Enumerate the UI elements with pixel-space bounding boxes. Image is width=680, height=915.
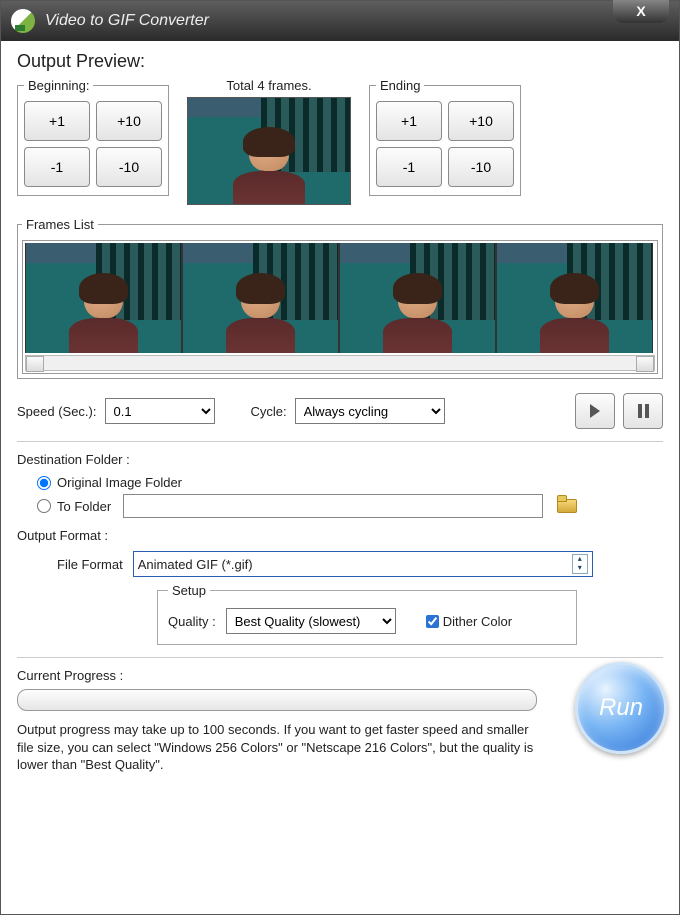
- speed-select[interactable]: 0.1: [105, 398, 215, 424]
- ending-legend: Ending: [376, 78, 424, 93]
- ending-minus1-button[interactable]: -1: [376, 147, 442, 187]
- playback-controls-row: Speed (Sec.): 0.1 Cycle: Always cycling: [17, 393, 663, 429]
- close-button[interactable]: X: [613, 0, 669, 23]
- setup-group: Setup Quality : Best Quality (slowest) D…: [157, 583, 577, 645]
- beginning-plus10-button[interactable]: +10: [96, 101, 162, 141]
- cycle-select[interactable]: Always cycling: [295, 398, 445, 424]
- dest-tofolder-label: To Folder: [57, 499, 111, 514]
- total-frames-label: Total 4 frames.: [187, 78, 351, 93]
- app-icon: [11, 9, 35, 33]
- dest-folder-input[interactable]: [123, 494, 543, 518]
- beginning-plus1-button[interactable]: +1: [24, 101, 90, 141]
- pause-icon: [638, 404, 649, 418]
- output-preview-heading: Output Preview:: [17, 51, 663, 72]
- ending-plus1-button[interactable]: +1: [376, 101, 442, 141]
- dest-tofolder-radio[interactable]: [37, 499, 51, 513]
- separator: [17, 657, 663, 658]
- beginning-group: Beginning: +1 +10 -1 -10: [17, 78, 169, 196]
- preview-center: Total 4 frames.: [187, 78, 351, 205]
- frame-thumbnail[interactable]: [182, 243, 339, 353]
- cycle-label: Cycle:: [251, 404, 287, 419]
- ending-minus10-button[interactable]: -10: [448, 147, 514, 187]
- beginning-legend: Beginning:: [24, 78, 93, 93]
- setup-legend: Setup: [168, 583, 210, 598]
- file-format-select[interactable]: Animated GIF (*.gif) ▴▾: [133, 551, 593, 577]
- frames-container: [22, 240, 658, 374]
- progress-label: Current Progress :: [17, 668, 663, 683]
- app-title: Video to GIF Converter: [45, 12, 209, 30]
- progress-hint: Output progress may take up to 100 secon…: [17, 721, 547, 774]
- run-button[interactable]: Run: [575, 662, 667, 754]
- file-format-row: File Format Animated GIF (*.gif) ▴▾: [57, 551, 663, 577]
- ending-plus10-button[interactable]: +10: [448, 101, 514, 141]
- speed-label: Speed (Sec.):: [17, 404, 97, 419]
- dest-original-radio[interactable]: [37, 476, 51, 490]
- frames-row[interactable]: [25, 243, 655, 353]
- progress-bar: [17, 689, 537, 711]
- play-icon: [590, 404, 600, 418]
- beginning-minus1-button[interactable]: -1: [24, 147, 90, 187]
- bottom-row: Current Progress : Output progress may t…: [17, 668, 663, 774]
- file-format-value: Animated GIF (*.gif): [138, 557, 253, 572]
- browse-folder-icon[interactable]: [557, 499, 577, 513]
- title-bar: Video to GIF Converter X: [1, 1, 679, 41]
- destination-heading: Destination Folder :: [17, 452, 663, 467]
- dither-color-checkbox[interactable]: [426, 615, 439, 628]
- frames-list-group: Frames List: [17, 217, 663, 379]
- frames-scrollbar[interactable]: [25, 355, 655, 371]
- play-button[interactable]: [575, 393, 615, 429]
- app-window: Video to GIF Converter X Output Preview:…: [0, 0, 680, 915]
- beginning-minus10-button[interactable]: -10: [96, 147, 162, 187]
- quality-select[interactable]: Best Quality (slowest): [226, 608, 396, 634]
- file-format-label: File Format: [57, 557, 123, 572]
- frame-thumbnail[interactable]: [339, 243, 496, 353]
- preview-thumbnail: [187, 97, 351, 205]
- preview-row: Beginning: +1 +10 -1 -10 Total 4 frames.…: [17, 78, 663, 205]
- ending-group: Ending +1 +10 -1 -10: [369, 78, 521, 196]
- frame-thumbnail[interactable]: [496, 243, 653, 353]
- pause-button[interactable]: [623, 393, 663, 429]
- destination-block: Destination Folder : Original Image Fold…: [17, 452, 663, 518]
- frames-list-legend: Frames List: [22, 217, 98, 232]
- dither-color-label: Dither Color: [443, 614, 512, 629]
- quality-label: Quality :: [168, 614, 216, 629]
- spinner-icon[interactable]: ▴▾: [572, 554, 588, 574]
- frame-thumbnail[interactable]: [25, 243, 182, 353]
- dest-original-label: Original Image Folder: [57, 475, 182, 490]
- separator: [17, 441, 663, 442]
- content-area: Output Preview: Beginning: +1 +10 -1 -10…: [1, 41, 679, 784]
- output-format-heading: Output Format :: [17, 528, 663, 543]
